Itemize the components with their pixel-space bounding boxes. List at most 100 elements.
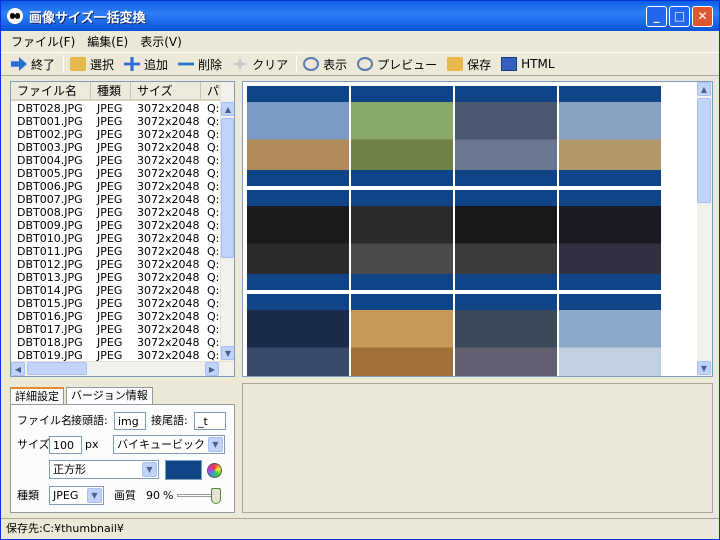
thumbnail-flamingos[interactable] — [559, 294, 661, 376]
column-header-type[interactable]: 種類 — [91, 82, 131, 99]
table-row[interactable]: DBT011.JPG JPEG 3072x2048 Q: — [11, 245, 222, 258]
menu-view[interactable]: 表示(V) — [134, 33, 188, 50]
quality-unit: % — [163, 489, 174, 502]
table-row[interactable]: DBT028.JPG JPEG 3072x2048 Q: — [11, 102, 222, 115]
table-row[interactable]: DBT002.JPG JPEG 3072x2048 Q: — [11, 128, 222, 141]
save-button[interactable]: 保存 — [443, 53, 497, 75]
size-input[interactable] — [49, 436, 82, 454]
suffix-input[interactable] — [194, 412, 226, 430]
cell-type: JPEG — [97, 102, 123, 115]
quality-slider-thumb[interactable] — [211, 488, 221, 504]
file-list-vertical-scrollbar[interactable]: ▲ ▼ — [220, 82, 234, 362]
thumbnail-coast-rocks[interactable] — [559, 86, 661, 186]
chevron-down-icon[interactable]: ▼ — [87, 488, 102, 503]
color-picker-icon[interactable] — [207, 463, 222, 478]
file-list-horizontal-scrollbar[interactable]: ◀ ▶ — [11, 361, 234, 376]
exit-button[interactable]: 終了 — [7, 53, 61, 75]
table-row[interactable]: DBT018.JPG JPEG 3072x2048 Q: — [11, 336, 222, 349]
thumbnail-dog[interactable] — [351, 294, 453, 376]
scroll-up-arrow-icon[interactable]: ▲ — [697, 82, 711, 96]
table-row[interactable]: DBT004.JPG JPEG 3072x2048 Q: — [11, 154, 222, 167]
prefix-input[interactable] — [114, 412, 146, 430]
select-button[interactable]: 選択 — [66, 53, 120, 75]
title-bar[interactable]: 画像サイズ一括変換 _ □ ✕ — [1, 1, 719, 31]
shape-select[interactable]: 正方形 ▼ — [49, 460, 159, 479]
table-row[interactable]: DBT009.JPG JPEG 3072x2048 Q: — [11, 219, 222, 232]
tab-detail-settings[interactable]: 詳細設定 — [10, 387, 64, 405]
tab-version-info[interactable]: バージョン情報 — [66, 387, 153, 404]
chevron-down-icon[interactable]: ▼ — [142, 462, 157, 477]
scroll-down-arrow-icon[interactable]: ▼ — [221, 346, 234, 360]
table-row[interactable]: DBT015.JPG JPEG 3072x2048 Q: — [11, 297, 222, 310]
cell-path: Q: — [207, 180, 220, 193]
scroll-thumb[interactable] — [221, 118, 234, 258]
table-row[interactable]: DBT005.JPG JPEG 3072x2048 Q: — [11, 167, 222, 180]
table-row[interactable]: DBT012.JPG JPEG 3072x2048 Q: — [11, 258, 222, 271]
view-button[interactable]: 表示 — [299, 53, 353, 75]
cell-type: JPEG — [97, 245, 123, 258]
app-logo-icon — [7, 8, 23, 24]
html-button[interactable]: HTML — [497, 53, 560, 75]
scroll-thumb[interactable] — [697, 98, 711, 203]
thumbnail-pelican-flying[interactable] — [351, 190, 453, 290]
quality-value: 90 — [146, 489, 160, 502]
thumbnail-ferret[interactable] — [247, 294, 349, 376]
column-header-filename[interactable]: ファイル名 — [11, 82, 91, 99]
cell-filename: DBT013.JPG — [17, 271, 83, 284]
table-row[interactable]: DBT008.JPG JPEG 3072x2048 Q: — [11, 206, 222, 219]
table-row[interactable]: DBT003.JPG JPEG 3072x2048 Q: — [11, 141, 222, 154]
chevron-down-icon[interactable]: ▼ — [208, 437, 223, 452]
thumbnail-desert-camel[interactable] — [247, 86, 349, 186]
thumbnail-mountain-lake[interactable] — [455, 294, 557, 376]
clear-button[interactable]: クリア — [228, 53, 294, 75]
scroll-down-arrow-icon[interactable]: ▼ — [697, 361, 711, 375]
cell-filename: DBT014.JPG — [17, 284, 83, 297]
column-header-size[interactable]: サイズ — [131, 82, 201, 99]
background-color-swatch[interactable] — [165, 460, 202, 480]
thumbnail-pelicans[interactable] — [247, 190, 349, 290]
thumbnail-elephant[interactable] — [351, 86, 453, 186]
view-icon — [303, 57, 320, 71]
file-list[interactable]: ファイル名 種類 サイズ パ DBT028.JPG JPEG 3072x2048 Q:… — [10, 81, 235, 377]
minimize-button[interactable]: _ — [646, 5, 667, 27]
cell-filename: DBT015.JPG — [17, 297, 83, 310]
quality-slider[interactable] — [177, 488, 221, 504]
scroll-right-arrow-icon[interactable]: ▶ — [205, 362, 219, 376]
close-button[interactable]: ✕ — [692, 5, 713, 27]
thumbnail-pelican[interactable] — [455, 190, 557, 290]
cell-size: 3072x2048 — [137, 245, 200, 258]
add-button[interactable]: 追加 — [120, 53, 174, 75]
table-row[interactable]: DBT014.JPG JPEG 3072x2048 Q: — [11, 284, 222, 297]
cell-size: 3072x2048 — [137, 193, 200, 206]
thumbnail-image — [455, 206, 557, 274]
table-row[interactable]: DBT001.JPG JPEG 3072x2048 Q: — [11, 115, 222, 128]
table-row[interactable]: DBT013.JPG JPEG 3072x2048 Q: — [11, 271, 222, 284]
scroll-up-arrow-icon[interactable]: ▲ — [221, 102, 234, 116]
thumbnail-seagull[interactable] — [455, 86, 557, 186]
type-label: 種類 — [17, 489, 39, 502]
cell-type: JPEG — [97, 323, 123, 336]
table-row[interactable]: DBT006.JPG JPEG 3072x2048 Q: — [11, 180, 222, 193]
table-row[interactable]: DBT007.JPG JPEG 3072x2048 Q: — [11, 193, 222, 206]
resample-select[interactable]: バイキュービック ▼ — [113, 435, 225, 454]
thumbnail-parrots[interactable] — [559, 190, 661, 290]
menu-edit[interactable]: 編集(E) — [81, 33, 134, 50]
table-row[interactable]: DBT016.JPG JPEG 3072x2048 Q: — [11, 310, 222, 323]
type-value: JPEG — [53, 489, 79, 502]
cell-type: JPEG — [97, 219, 123, 232]
maximize-button[interactable]: □ — [669, 5, 690, 27]
table-row[interactable]: DBT010.JPG JPEG 3072x2048 Q: — [11, 232, 222, 245]
type-select[interactable]: JPEG ▼ — [49, 486, 104, 505]
add-icon — [124, 57, 141, 71]
thumbnail-vertical-scrollbar[interactable]: ▲ ▼ — [697, 82, 712, 376]
cell-type: JPEG — [97, 193, 123, 206]
table-row[interactable]: DBT017.JPG JPEG 3072x2048 Q: — [11, 323, 222, 336]
preview-button[interactable]: プレビュー — [353, 53, 443, 75]
scroll-thumb[interactable] — [27, 362, 87, 375]
menu-file[interactable]: ファイル(F) — [5, 33, 81, 50]
delete-button[interactable]: 削除 — [174, 53, 228, 75]
table-row[interactable]: DBT019.JPG JPEG 3072x2048 Q: — [11, 349, 222, 361]
thumbnail-grid[interactable]: ▲ ▼ — [242, 81, 713, 377]
column-header-path[interactable]: パ — [201, 82, 222, 99]
scroll-left-arrow-icon[interactable]: ◀ — [11, 362, 25, 376]
